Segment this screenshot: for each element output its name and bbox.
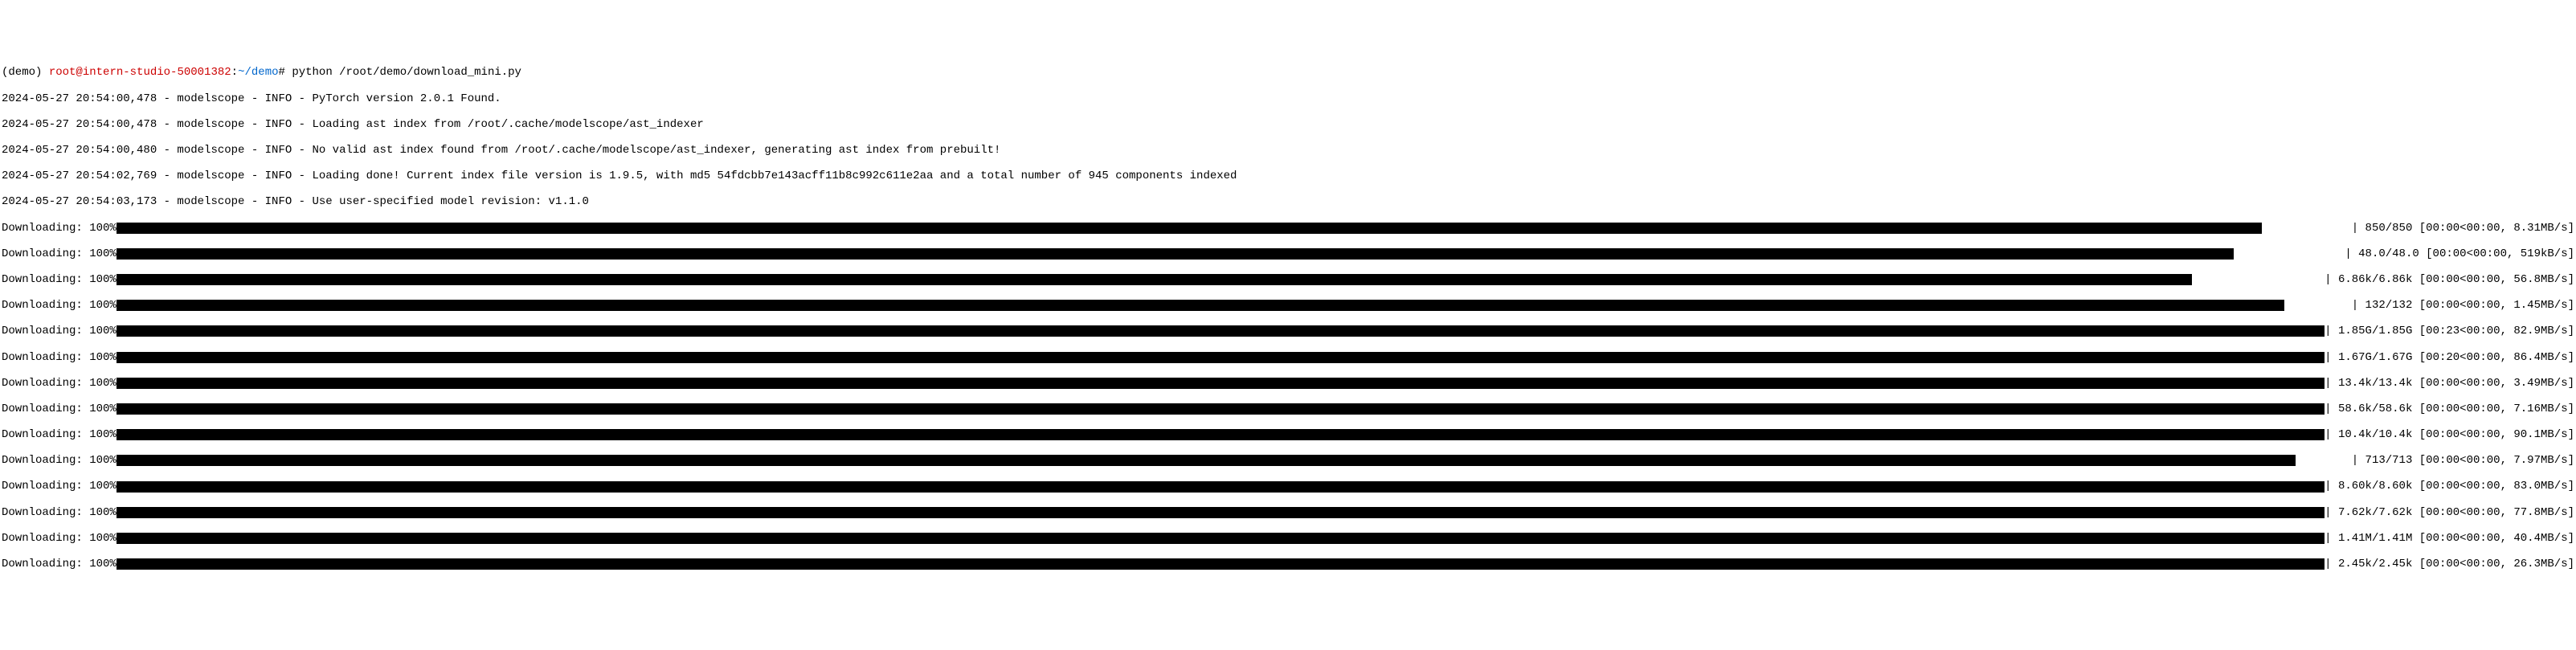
download-label: Downloading: 100% [2, 558, 117, 570]
download-stats: | 58.6k/58.6k [00:00<00:00, 7.16MB/s] [2325, 403, 2574, 415]
download-progress-row: Downloading: 100% | 6.86k/6.86k [00:00<00… [2, 273, 2574, 286]
progress-bar [117, 429, 2325, 440]
download-label: Downloading: 100% [2, 247, 117, 260]
download-progress-row: Downloading: 100% | 13.4k/13.4k [00:00<00… [2, 377, 2574, 390]
download-progress-row: Downloading: 100% | 1.85G/1.85G [00:23<00… [2, 325, 2574, 337]
download-stats: | 10.4k/10.4k [00:00<00:00, 90.1MB/s] [2325, 428, 2574, 441]
download-progress-row: Downloading: 100% | 713/713 [00:00<00:00,… [2, 454, 2574, 467]
user-host: root@intern-studio-50001382 [49, 66, 231, 79]
download-stats: | 8.60k/8.60k [00:00<00:00, 83.0MB/s] [2325, 480, 2574, 493]
progress-bar [117, 403, 2325, 415]
terminal-output: (demo) root@intern-studio-50001382:~/dem… [2, 53, 2574, 583]
progress-bar [117, 352, 2325, 363]
download-stats: | 1.85G/1.85G [00:23<00:00, 82.9MB/s] [2325, 325, 2574, 337]
progress-bar [117, 378, 2325, 389]
download-stats: | 132/132 [00:00<00:00, 1.45MB/s] [2352, 299, 2574, 312]
log-line: 2024-05-27 20:54:02,769 - modelscope - I… [2, 170, 2574, 182]
log-line: 2024-05-27 20:54:00,480 - modelscope - I… [2, 144, 2574, 157]
download-progress-row: Downloading: 100% | 132/132 [00:00<00:00,… [2, 299, 2574, 312]
download-stats: | 6.86k/6.86k [00:00<00:00, 56.8MB/s] [2325, 273, 2574, 286]
progress-bar [117, 533, 2325, 544]
log-line: 2024-05-27 20:54:00,478 - modelscope - I… [2, 118, 2574, 131]
download-label: Downloading: 100% [2, 325, 117, 337]
download-stats: | 713/713 [00:00<00:00, 7.97MB/s] [2352, 454, 2574, 467]
download-label: Downloading: 100% [2, 377, 117, 390]
command-text: python /root/demo/download_mini.py [292, 66, 521, 79]
env-name: (demo) [2, 66, 42, 79]
progress-bar [117, 558, 2325, 570]
download-progress-row: Downloading: 100% | 7.62k/7.62k [00:00<00… [2, 506, 2574, 519]
download-progress-row: Downloading: 100% | 1.67G/1.67G [00:20<00… [2, 351, 2574, 364]
download-progress-row: Downloading: 100% | 8.60k/8.60k [00:00<00… [2, 480, 2574, 493]
download-label: Downloading: 100% [2, 480, 117, 493]
prompt-char: # [279, 66, 285, 79]
progress-bar [117, 300, 2352, 311]
download-stats: | 850/850 [00:00<00:00, 8.31MB/s] [2352, 222, 2574, 235]
download-stats: | 13.4k/13.4k [00:00<00:00, 3.49MB/s] [2325, 377, 2574, 390]
download-label: Downloading: 100% [2, 351, 117, 364]
download-label: Downloading: 100% [2, 273, 117, 286]
download-stats: | 7.62k/7.62k [00:00<00:00, 77.8MB/s] [2325, 506, 2574, 519]
download-label: Downloading: 100% [2, 454, 117, 467]
progress-bar [117, 223, 2352, 234]
progress-bar [117, 325, 2325, 337]
download-progress-row: Downloading: 100% | 58.6k/58.6k [00:00<00… [2, 403, 2574, 415]
log-line: 2024-05-27 20:54:00,478 - modelscope - I… [2, 92, 2574, 105]
download-progress-row: Downloading: 100% | 850/850 [00:00<00:00,… [2, 222, 2574, 235]
log-line: 2024-05-27 20:54:03,173 - modelscope - I… [2, 195, 2574, 208]
progress-bar [117, 248, 2345, 260]
progress-bar [117, 481, 2325, 493]
download-label: Downloading: 100% [2, 428, 117, 441]
progress-bar [117, 274, 2325, 285]
download-progress-row: Downloading: 100% | 10.4k/10.4k [00:00<00… [2, 428, 2574, 441]
download-stats: | 1.67G/1.67G [00:20<00:00, 86.4MB/s] [2325, 351, 2574, 364]
progress-bar [117, 455, 2352, 466]
download-progress-row: Downloading: 100% | 2.45k/2.45k [00:00<00… [2, 558, 2574, 570]
download-stats: | 2.45k/2.45k [00:00<00:00, 26.3MB/s] [2325, 558, 2574, 570]
download-label: Downloading: 100% [2, 299, 117, 312]
download-label: Downloading: 100% [2, 222, 117, 235]
prompt-line[interactable]: (demo) root@intern-studio-50001382:~/dem… [2, 66, 2574, 79]
download-label: Downloading: 100% [2, 506, 117, 519]
download-label: Downloading: 100% [2, 403, 117, 415]
cwd-path: /demo [244, 66, 278, 79]
download-progress-row: Downloading: 100% | 48.0/48.0 [00:00<00:0… [2, 247, 2574, 260]
download-stats: | 48.0/48.0 [00:00<00:00, 519kB/s] [2345, 247, 2574, 260]
progress-bar [117, 507, 2325, 518]
